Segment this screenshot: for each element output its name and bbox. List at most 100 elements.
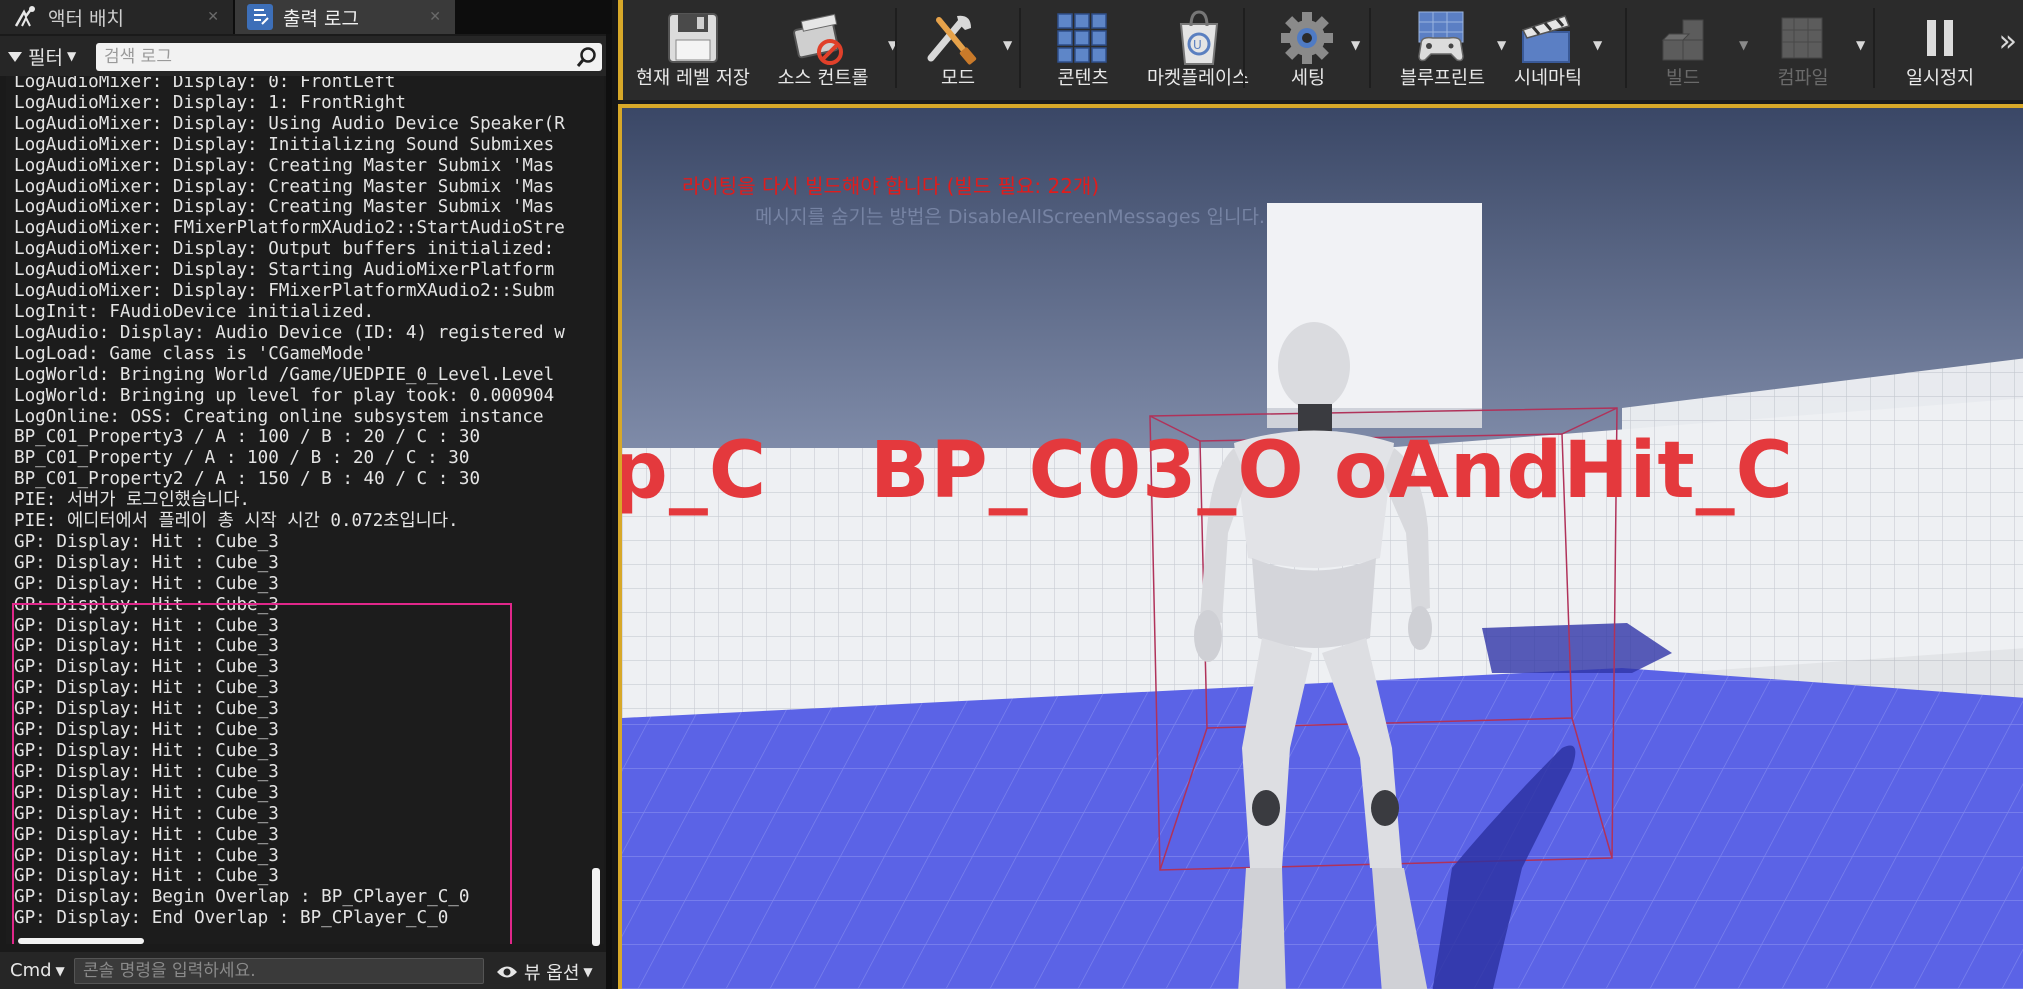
- marketplace-button[interactable]: U 마켓플레이스: [1123, 0, 1273, 92]
- log-line: GP: Display: Hit : Cube_3: [14, 552, 279, 573]
- log-line: LogAudio: Display: Audio Device (ID: 4) …: [14, 322, 565, 343]
- log-line: GP: Display: Hit : Cube_3: [14, 594, 279, 615]
- log-line: GP: Display: Hit : Cube_3: [14, 824, 279, 845]
- log-line: LogAudioMixer: Display: Output buffers i…: [14, 239, 555, 260]
- log-line: PIE: 서버가 로그인했습니다.: [14, 490, 251, 511]
- scrollbar-thumb[interactable]: [592, 868, 600, 946]
- build-label: 빌드: [1665, 68, 1701, 89]
- pause-button[interactable]: 일시정지: [1885, 0, 1995, 92]
- cmd-dropdown[interactable]: Cmd ▼: [10, 960, 65, 981]
- log-line: GP: Display: Hit : Cube_3: [14, 741, 279, 761]
- search-box: [96, 43, 602, 71]
- log-lines: LogAudioMixer: Display: 0: FrontLeft LogA…: [14, 76, 582, 929]
- content-button[interactable]: 콘텐츠: [1028, 0, 1138, 92]
- pause-icon: [1927, 20, 1953, 56]
- marketplace-label: 마켓플레이스: [1146, 68, 1250, 89]
- log-line: LogOnline: OSS: Creating online subsyste…: [14, 406, 544, 427]
- actor-name-label: oAndHit_C: [1334, 426, 1794, 516]
- log-text-area[interactable]: LogAudioMixer: Display: 0: FrontLeft LogA…: [6, 76, 588, 944]
- vertical-scrollbar[interactable]: [588, 76, 604, 946]
- log-line: LogAudioMixer: Display: 0: FrontLeft: [14, 76, 396, 92]
- chevron-down-icon[interactable]: ▼: [1003, 38, 1012, 52]
- log-line: GP: Display: Hit : Cube_3: [14, 720, 279, 741]
- cinematics-icon: [1521, 15, 1571, 63]
- chevron-down-icon[interactable]: ▼: [1351, 38, 1360, 52]
- search-icon[interactable]: [576, 46, 598, 68]
- log-line: LogAudioMixer: Display: Using Audio Devi…: [14, 113, 565, 134]
- level-viewport[interactable]: p_C BP_C03_O oAndHit_C: [618, 104, 2023, 989]
- chevron-down-icon: ▼: [66, 49, 77, 63]
- chevron-down-icon[interactable]: ▼: [1739, 38, 1748, 52]
- blueprints-label: 블루프린트: [1399, 68, 1486, 89]
- settings-label: 세팅: [1290, 68, 1326, 89]
- pause-label: 일시정지: [1905, 68, 1975, 89]
- console-command-input[interactable]: [74, 958, 484, 984]
- save-level-label: 현재 레벨 저장: [636, 68, 750, 89]
- log-line: LogLoad: Game class is 'CGameMode': [14, 343, 375, 364]
- filter-label: 필터: [28, 46, 63, 69]
- modes-button[interactable]: 모드 ▼: [903, 0, 1013, 92]
- chevron-down-icon[interactable]: ▼: [1856, 38, 1865, 52]
- chevron-down-icon[interactable]: ▼: [1593, 38, 1602, 52]
- lighting-build-warning: 라이팅을 다시 빌드해야 합니다 (빌드 필요: 22개): [682, 174, 1100, 198]
- close-icon[interactable]: ✕: [429, 9, 441, 25]
- log-line: GP: Display: Hit : Cube_3: [14, 845, 279, 866]
- log-line: GP: Display: Hit : Cube_3: [14, 531, 279, 552]
- tab-place-actors[interactable]: 액터 배치 ✕: [0, 0, 233, 34]
- search-input[interactable]: [96, 47, 556, 67]
- log-line: LogAudioMixer: Display: Creating Master …: [14, 197, 555, 218]
- log-line: LogAudioMixer: Display: Starting AudioMi…: [14, 260, 555, 281]
- cinematics-button[interactable]: 시네마틱 ▼: [1493, 0, 1603, 92]
- marketplace-icon: U: [1179, 10, 1219, 65]
- panel-tab-bar: 액터 배치 ✕ 출력 로그 ✕: [0, 0, 612, 34]
- log-line: BP_C01_Property2 / A : 150 / B : 40 / C …: [14, 469, 481, 490]
- content-icon: [1057, 13, 1107, 63]
- log-line: GP: Display: Hit : Cube_3: [14, 761, 279, 782]
- toolbar-separator: [1369, 8, 1371, 88]
- main-toolbar: 현재 레벨 저장 소스 컨트롤 ▼ 모드 ▼ 콘텐츠 U 마켓플레이스 세팅 ▼…: [618, 0, 2023, 100]
- filter-button[interactable]: 필터 ▼: [8, 43, 76, 69]
- log-line: GP: Display: End Overlap : BP_CPlayer_C_…: [14, 908, 449, 929]
- compile-label: 컴파일: [1777, 68, 1829, 89]
- log-line: LogAudioMixer: Display: Creating Master …: [14, 176, 555, 197]
- screen-message-hint: 메시지를 숨기는 방법은 DisableAllScreenMessages 입니…: [755, 206, 1265, 228]
- output-log-panel: 액터 배치 ✕ 출력 로그 ✕ 필터 ▼ LogAudioMixer: Disp…: [0, 0, 612, 989]
- cinematics-label: 시네마틱: [1513, 68, 1583, 89]
- save-level-button[interactable]: 현재 레벨 저장: [623, 0, 763, 92]
- funnel-icon: [8, 52, 22, 62]
- view-options-button[interactable]: 뷰 옵션 ▼: [496, 959, 593, 985]
- log-line: GP: Display: Hit : Cube_3: [14, 636, 279, 657]
- toolbar-separator: [1873, 8, 1875, 88]
- scrollbar-thumb[interactable]: [18, 938, 144, 944]
- log-line: LogInit: FAudioDevice initialized.: [14, 301, 375, 322]
- actor-name-label: p_C: [618, 426, 768, 516]
- log-line: LogAudioMixer: FMixerPlatformXAudio2::St…: [14, 218, 565, 239]
- log-line: LogWorld: Bringing World /Game/UEDPIE_0_…: [14, 364, 555, 385]
- log-line: LogAudioMixer: Display: FMixerPlatformXA…: [14, 281, 555, 302]
- eye-icon: [497, 966, 517, 978]
- log-line: GP: Display: Hit : Cube_3: [14, 657, 279, 678]
- log-line: GP: Display: Hit : Cube_3: [14, 699, 279, 720]
- tab-label: 출력 로그: [283, 7, 359, 30]
- compile-icon: [1781, 17, 1823, 59]
- toolbar-overflow-button[interactable]: »: [1999, 24, 2017, 59]
- modes-label: 모드: [940, 68, 976, 89]
- tab-output-log[interactable]: 출력 로그 ✕: [235, 0, 455, 34]
- build-icon: [1661, 19, 1704, 61]
- log-line: LogAudioMixer: Display: Creating Master …: [14, 155, 555, 176]
- console-bar: Cmd ▼ 뷰 옵션 ▼: [0, 952, 606, 989]
- blueprints-button[interactable]: 블루프린트 ▼: [1375, 0, 1510, 92]
- compile-button[interactable]: 컴파일 ▼: [1748, 0, 1865, 92]
- build-button[interactable]: 빌드 ▼: [1633, 0, 1748, 92]
- actor-place-icon: [12, 4, 38, 30]
- settings-button[interactable]: 세팅 ▼: [1253, 0, 1363, 92]
- source-control-button[interactable]: 소스 컨트롤 ▼: [758, 0, 897, 92]
- modes-icon: [927, 15, 977, 65]
- log-line: GP: Display: Hit : Cube_3: [14, 678, 279, 699]
- horizontal-scrollbar[interactable]: [6, 938, 588, 946]
- log-line: LogAudioMixer: Display: 1: FrontRight: [14, 92, 406, 113]
- toolbar-separator: [1625, 8, 1627, 88]
- svg-text:U: U: [1193, 38, 1202, 52]
- blueprint-icon: [1418, 11, 1464, 62]
- close-icon[interactable]: ✕: [207, 9, 219, 25]
